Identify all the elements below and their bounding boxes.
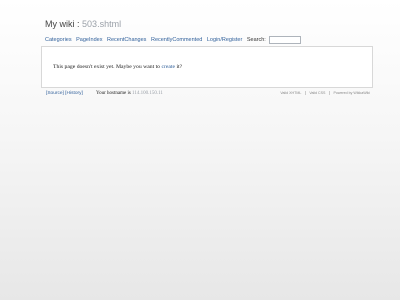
- title-separator: :: [77, 19, 80, 29]
- hostname-info: Your hostname is 114.100.150.11: [96, 91, 163, 96]
- site-title[interactable]: My wiki: [45, 19, 75, 29]
- history-link[interactable]: [History]: [65, 91, 83, 96]
- hostname-label: Your hostname is: [96, 91, 131, 96]
- valid-xhtml-link[interactable]: Valid XHTML: [277, 91, 304, 95]
- source-link[interactable]: [Source]: [46, 91, 64, 96]
- search-input[interactable]: [269, 35, 302, 44]
- powered-by-link[interactable]: Powered by WikkaWiki: [329, 91, 373, 95]
- page-name-link[interactable]: 503.shtml: [82, 19, 121, 29]
- nav-recentlycommented-link[interactable]: RecentlyCommented: [151, 37, 202, 43]
- nav-pageindex-link[interactable]: PageIndex: [76, 37, 102, 43]
- nav-categories-link[interactable]: Categories: [45, 37, 72, 43]
- page-footer: [Source] [History] Your hostname is 114.…: [41, 89, 373, 99]
- missing-page-message: This page doesn't exist yet. Maybe you w…: [53, 64, 182, 70]
- hostname-ip: 114.100.150.11: [132, 91, 163, 96]
- main-nav: Categories PageIndex RecentChanges Recen…: [41, 35, 373, 45]
- page-wrapper: My wiki : 503.shtml Categories PageIndex…: [41, 18, 373, 99]
- nav-login-register-link[interactable]: Login/Register: [207, 37, 242, 43]
- page-content: This page doesn't exist yet. Maybe you w…: [41, 46, 373, 88]
- valid-css-link[interactable]: Valid CSS: [305, 91, 328, 95]
- message-prefix: This page doesn't exist yet. Maybe you w…: [53, 64, 161, 70]
- footer-links: [Source] [History]: [46, 91, 83, 96]
- search-label: Search:: [246, 37, 266, 43]
- page-header: My wiki : 503.shtml: [41, 18, 373, 30]
- nav-recentchanges-link[interactable]: RecentChanges: [107, 37, 146, 43]
- footer-badges: Valid XHTML Valid CSS Powered by WikkaWi…: [277, 91, 373, 95]
- create-page-link[interactable]: create: [161, 64, 175, 70]
- message-suffix: it?: [176, 64, 183, 70]
